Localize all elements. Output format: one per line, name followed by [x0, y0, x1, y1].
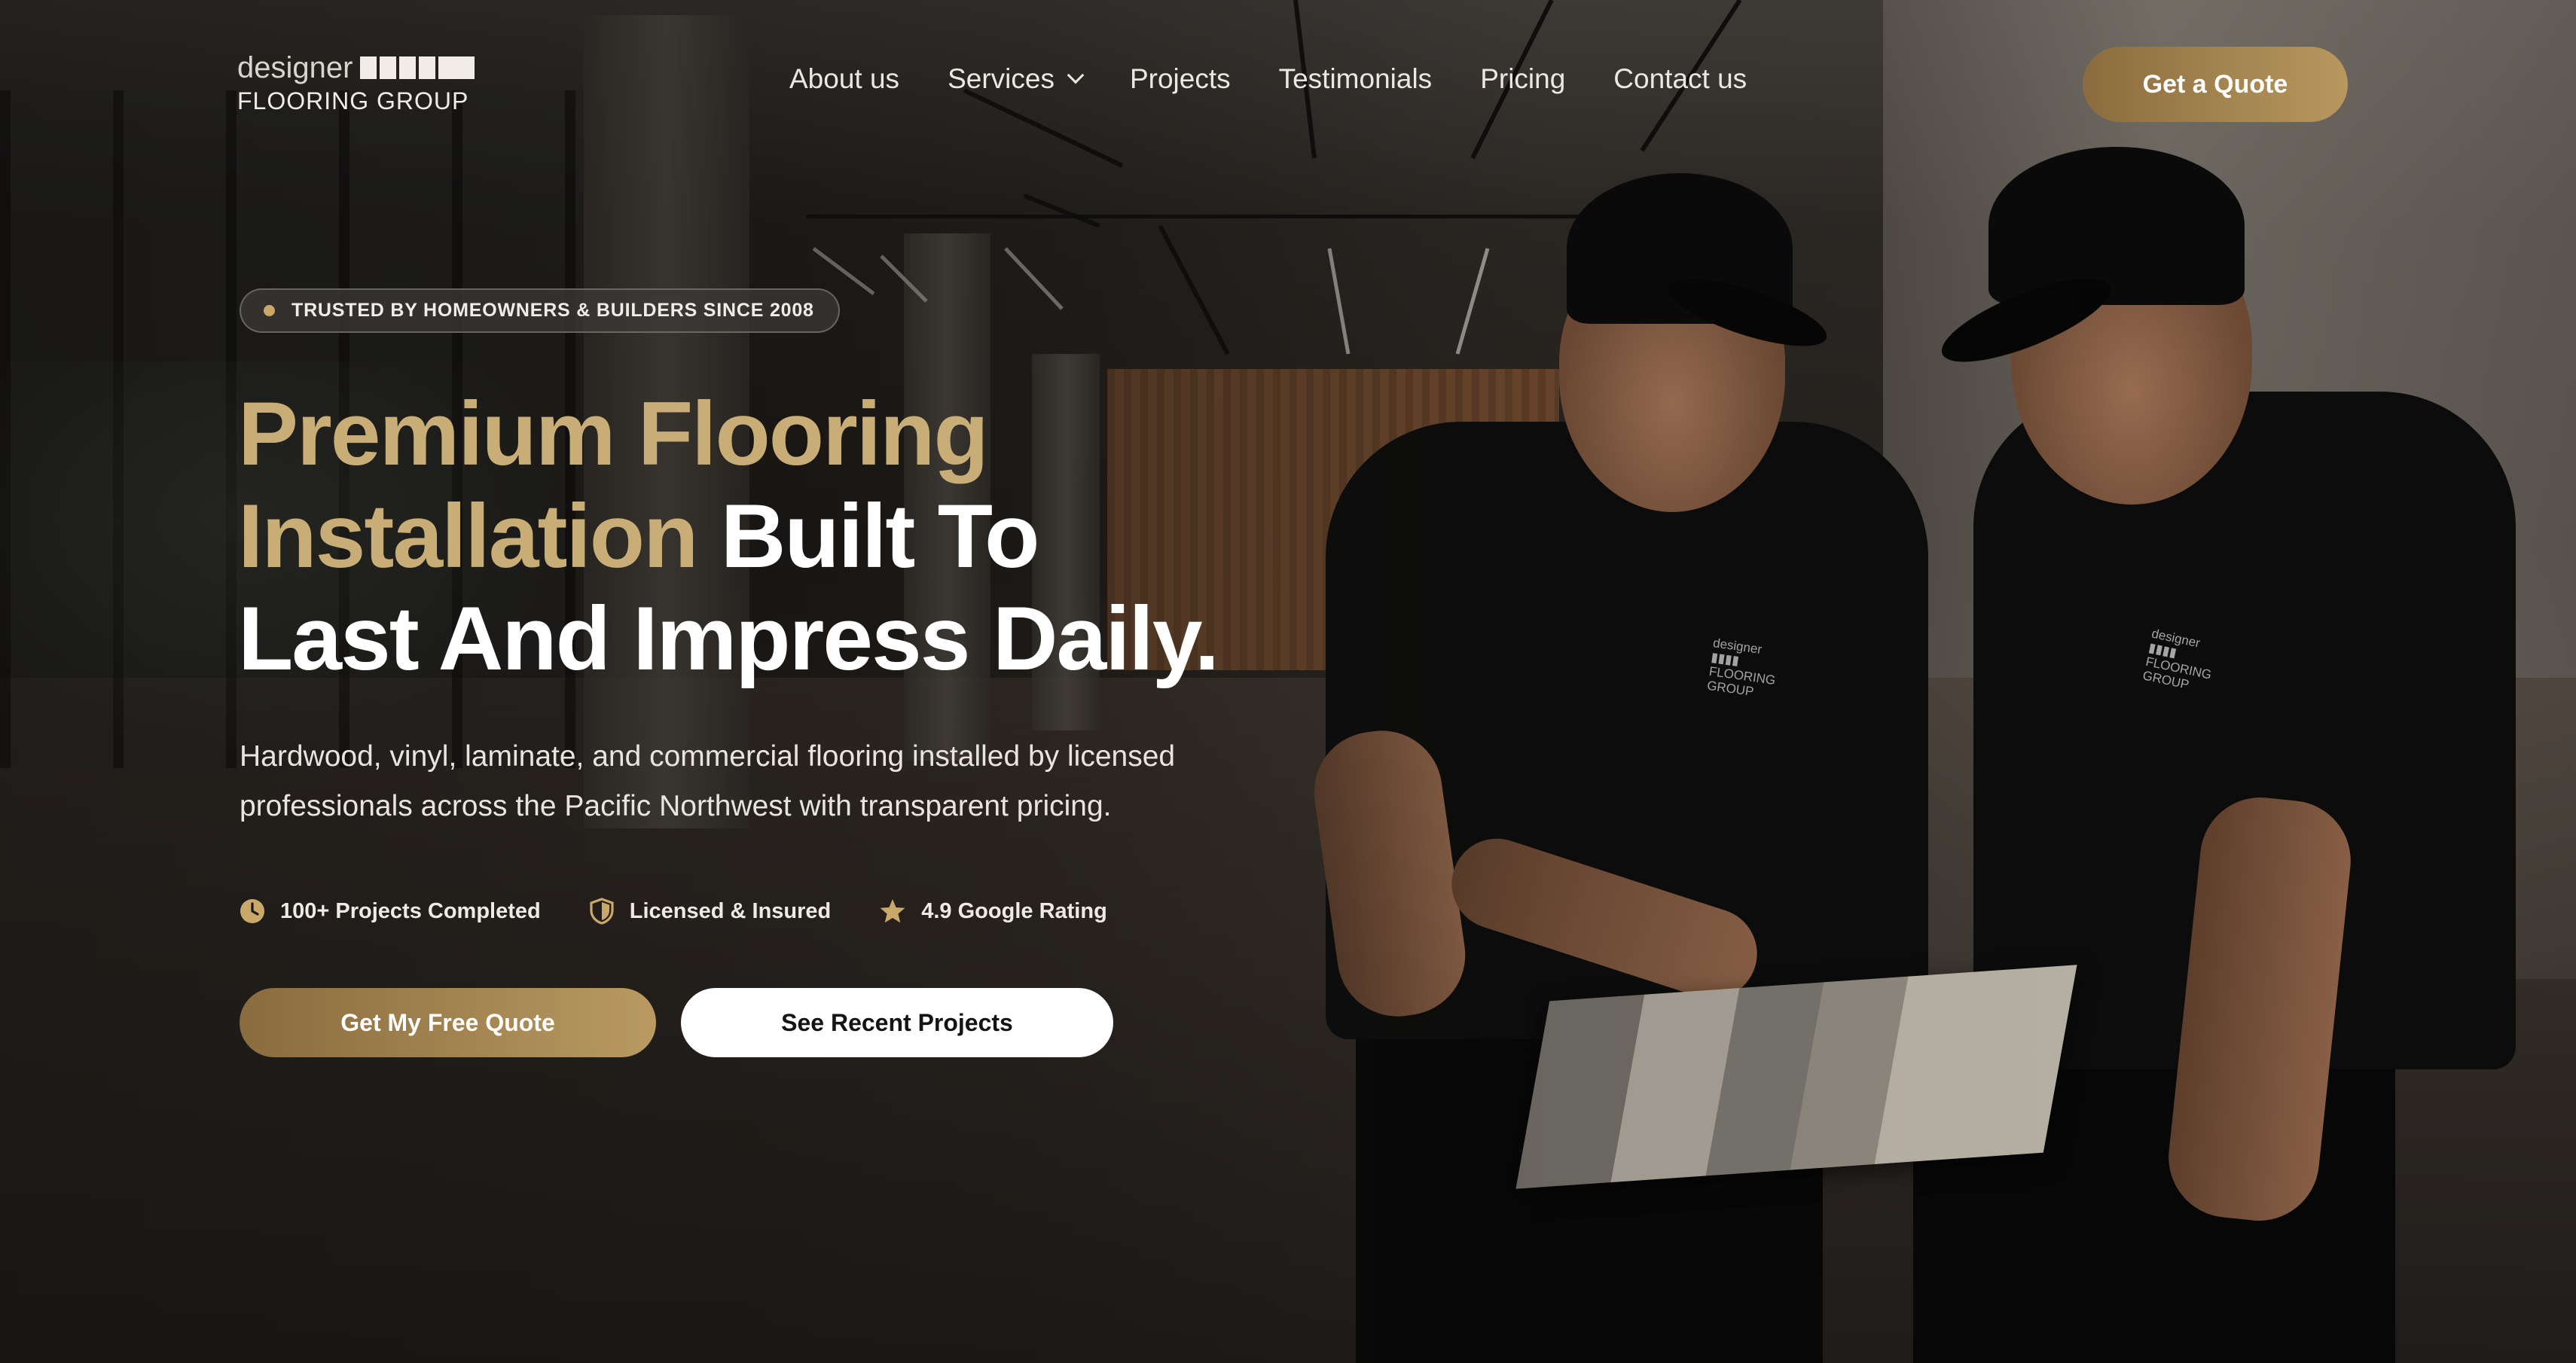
main-nav: About us Services Projects Testimonials …	[789, 63, 1747, 95]
headline-line-2-accent: Installation	[238, 486, 698, 587]
nav-item-label: Contact us	[1613, 63, 1747, 94]
hero-section: designer ▮▮▮▮ FLOORING GROUP designer ▮▮▮…	[0, 0, 2576, 1363]
clock-icon	[240, 899, 264, 923]
get-a-quote-button[interactable]: Get a Quote	[2083, 47, 2348, 122]
feature-label: Licensed & Insured	[629, 898, 832, 923]
star-icon	[880, 899, 905, 923]
logo-mark	[360, 56, 475, 79]
nav-item-services[interactable]: Services	[948, 63, 1085, 95]
nav-item-label: Services	[948, 63, 1055, 94]
background-ceiling-beam	[806, 215, 1597, 218]
headline-line-3: Last And Impress Daily.	[238, 588, 1219, 689]
logo-wordmark-top: designer	[237, 51, 353, 84]
trust-badge: TRUSTED BY HOMEOWNERS & BUILDERS SINCE 2…	[240, 288, 840, 333]
hero-subheading: Hardwood, vinyl, laminate, and commercia…	[240, 740, 1176, 822]
nav-item-label: Projects	[1129, 63, 1231, 94]
logo-wordmark-bottom: FLOORING GROUP	[237, 87, 469, 114]
nav-item-label: About us	[789, 63, 900, 94]
see-recent-projects-button[interactable]: See Recent Projects	[681, 988, 1113, 1057]
get-my-free-quote-button[interactable]: Get My Free Quote	[240, 988, 656, 1057]
site-logo[interactable]: designer FLOORING GROUP	[237, 51, 475, 116]
headline-line-1: Premium Flooring	[238, 383, 989, 484]
shield-icon	[590, 898, 614, 925]
headline-line-2-rest: Built To	[697, 486, 1040, 587]
nav-item-projects[interactable]: Projects	[1130, 63, 1231, 95]
nav-item-contact-us[interactable]: Contact us	[1613, 63, 1747, 95]
flooring-sample-board	[1515, 965, 2077, 1189]
badge-dot-icon	[264, 305, 275, 316]
badge-text: TRUSTED BY HOMEOWNERS & BUILDERS SINCE 2…	[291, 300, 814, 321]
nav-item-testimonials[interactable]: Testimonials	[1279, 63, 1433, 95]
feature-label: 100+ Projects Completed	[280, 898, 541, 923]
nav-item-label: Pricing	[1480, 63, 1566, 94]
feature-label: 4.9 Google Rating	[921, 898, 1107, 923]
feature-google-rating: 4.9 Google Rating	[879, 898, 1107, 924]
nav-item-about-us[interactable]: About us	[789, 63, 899, 95]
chevron-down-icon	[1067, 66, 1085, 84]
nav-item-pricing[interactable]: Pricing	[1480, 63, 1565, 95]
nav-item-label: Testimonials	[1278, 63, 1433, 94]
feature-licensed-insured: Licensed & Insured	[589, 898, 832, 925]
shirt-logo: designer ▮▮▮▮ FLOORING GROUP	[1706, 636, 1777, 700]
feature-list: 100+ Projects Completed Licensed & Insur…	[240, 898, 1107, 925]
hero-headline: Premium Flooring Installation Built To L…	[238, 383, 1219, 690]
feature-projects-completed: 100+ Projects Completed	[240, 898, 541, 924]
